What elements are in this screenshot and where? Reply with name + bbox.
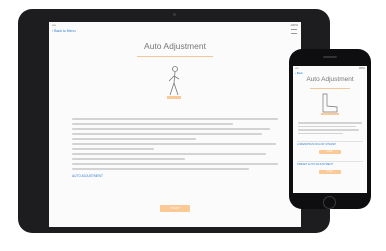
tablet-camera (173, 13, 176, 16)
menu-icon[interactable] (291, 29, 297, 34)
tablet-screen: •••• 100% ‹ Back to Menu Auto Adjustment (49, 22, 301, 227)
phone-preset-start-button[interactable]: START (319, 170, 341, 174)
phone-divider (297, 161, 363, 162)
foot-adjustment-icon (321, 93, 339, 115)
auto-adjustment-link[interactable]: AUTO ADJUSTMENT (72, 174, 103, 178)
phone-instructions-text (298, 122, 362, 136)
page-title: Auto Adjustment (144, 41, 206, 51)
phone-device: •••• 100% ‹ Back Auto Adjustment LOREMIP… (289, 49, 371, 209)
phone-divider (297, 141, 363, 142)
home-button[interactable] (323, 196, 336, 209)
phone-screen: •••• 100% ‹ Back Auto Adjustment LOREMIP… (293, 66, 367, 193)
phone-speaker (323, 56, 337, 58)
start-button[interactable]: START (160, 205, 190, 212)
phone-status-carrier: •••• (295, 67, 299, 70)
phone-title-divider (310, 88, 350, 89)
status-battery: 100% (290, 23, 298, 27)
tablet-device: •••• 100% ‹ Back to Menu Auto Adjustment (18, 9, 330, 233)
phone-start-button[interactable]: START (319, 150, 341, 154)
nav-bar: ‹ Back to Menu (49, 28, 301, 38)
walking-figure-icon (167, 66, 181, 99)
phone-status-battery: 100% (358, 67, 365, 70)
phone-section-label: PRESET AUTO ADJUSTMENT (297, 163, 334, 166)
phone-status-bar: •••• 100% (293, 66, 367, 71)
status-carrier: •••• (52, 23, 57, 27)
back-button[interactable]: ‹ Back to Menu (52, 29, 76, 33)
title-divider (137, 56, 213, 57)
phone-section-label: LOREMIPSUM DOLOR SITAMET (297, 143, 337, 146)
phone-back-button[interactable]: ‹ Back (295, 71, 303, 75)
instructions-text (72, 118, 278, 173)
phone-page-title: Auto Adjustment (306, 76, 354, 83)
